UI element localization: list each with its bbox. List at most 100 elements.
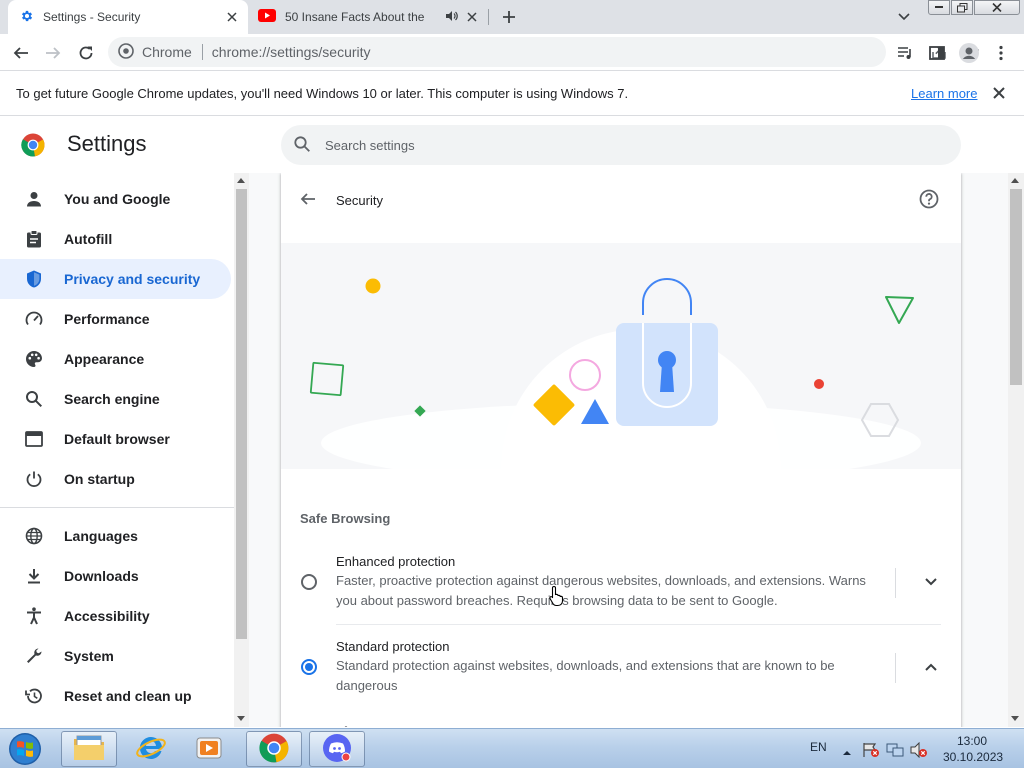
omnibox[interactable]: Chrome chrome://settings/security xyxy=(108,37,979,67)
scroll-down-arrow-icon[interactable] xyxy=(1011,716,1019,721)
settings-sidebar: You and Google Autofill Privacy and secu… xyxy=(0,173,234,727)
sidebar-item-autofill[interactable]: Autofill xyxy=(0,219,231,259)
tray-action-center-icon[interactable] xyxy=(862,742,880,761)
tray-show-hidden-icon[interactable] xyxy=(842,744,852,759)
chrome-icon xyxy=(259,733,289,766)
scroll-down-arrow-icon[interactable] xyxy=(237,716,245,721)
sidebar-item-label: You and Google xyxy=(64,191,171,207)
option-title: Standard protection xyxy=(336,639,450,654)
sidebar-item-on-startup[interactable]: On startup xyxy=(0,459,231,499)
shield-icon xyxy=(24,269,44,289)
tab-title: 50 Insane Facts About the Cl xyxy=(285,10,425,24)
main-scrollbar[interactable] xyxy=(1008,173,1024,727)
site-chip[interactable]: Chrome xyxy=(118,42,192,62)
tab-strip: Settings - Security 50 Insane Facts Abou… xyxy=(0,0,1024,34)
person-icon xyxy=(24,189,44,209)
tab-search-chevron-icon[interactable] xyxy=(894,8,914,26)
sidebar-item-label: Reset and clean up xyxy=(64,688,192,704)
hand-cursor-icon xyxy=(548,585,566,610)
sidebar-scroll-thumb[interactable] xyxy=(236,189,247,639)
section-title: Safe Browsing xyxy=(300,511,391,526)
tray-clock-date[interactable]: 30.10.2023 xyxy=(943,750,1003,764)
taskbar-chrome-button[interactable] xyxy=(246,731,302,767)
expand-chevron-down-icon[interactable] xyxy=(921,572,941,592)
security-card: Security Safe Browsing Enhanced protecti… xyxy=(281,173,961,727)
palette-icon xyxy=(24,349,44,369)
tab-close-icon[interactable] xyxy=(224,9,240,25)
window-restore-button[interactable] xyxy=(951,0,973,15)
scroll-up-arrow-icon[interactable] xyxy=(237,178,245,183)
tray-language[interactable]: EN xyxy=(810,740,827,754)
security-illustration xyxy=(281,243,961,469)
scroll-up-arrow-icon[interactable] xyxy=(1011,178,1019,183)
sidebar-item-label: Search engine xyxy=(64,391,160,407)
sidebar-scrollbar[interactable] xyxy=(234,173,249,727)
enhanced-protection-radio[interactable] xyxy=(301,574,317,590)
sidebar-item-label: Appearance xyxy=(64,351,145,367)
taskbar-media-player-button[interactable] xyxy=(181,731,237,767)
tab-divider xyxy=(488,9,489,25)
sidebar-item-label: Languages xyxy=(64,528,138,544)
speaker-icon[interactable] xyxy=(444,9,458,26)
sidebar-item-languages[interactable]: Languages xyxy=(0,516,231,556)
standard-protection-option[interactable]: Standard protection Standard protection … xyxy=(281,633,961,703)
forward-arrow-icon[interactable] xyxy=(42,42,64,64)
taskbar-internet-explorer-button[interactable] xyxy=(123,731,179,767)
sidebar-item-accessibility[interactable]: Accessibility xyxy=(0,596,231,636)
browser-toolbar: Chrome chrome://settings/security xyxy=(0,34,1024,71)
media-queue-icon[interactable] xyxy=(894,42,916,64)
main-scroll-thumb[interactable] xyxy=(1010,189,1022,385)
search-icon xyxy=(281,135,311,156)
windows-start-button[interactable] xyxy=(4,731,46,767)
infobar-close-icon[interactable] xyxy=(992,86,1008,102)
enhanced-protection-option[interactable]: Enhanced protection Faster, proactive pr… xyxy=(281,548,961,624)
tab-settings-security[interactable]: Settings - Security xyxy=(8,0,248,34)
search-settings-box[interactable] xyxy=(281,125,961,165)
profile-avatar-icon[interactable] xyxy=(958,42,980,64)
help-icon[interactable] xyxy=(919,189,939,212)
side-panel-icon[interactable] xyxy=(926,42,948,64)
sidebar-item-default-browser[interactable]: Default browser xyxy=(0,419,231,459)
page-title: Security xyxy=(336,193,383,208)
url-text[interactable]: chrome://settings/security xyxy=(212,44,371,60)
option-divider xyxy=(895,653,896,683)
back-arrow-icon[interactable] xyxy=(299,190,319,210)
back-arrow-icon[interactable] xyxy=(10,42,32,64)
sidebar-item-search-engine[interactable]: Search engine xyxy=(0,379,231,419)
standard-protection-radio[interactable] xyxy=(301,659,317,675)
tab-close-icon[interactable] xyxy=(464,9,480,25)
sidebar-item-system[interactable]: System xyxy=(0,636,231,676)
sidebar-item-downloads[interactable]: Downloads xyxy=(0,556,231,596)
learn-more-link[interactable]: Learn more xyxy=(911,86,977,101)
sidebar-item-label: Downloads xyxy=(64,568,139,584)
sidebar-item-reset-and-clean-up[interactable]: Reset and clean up xyxy=(0,676,231,716)
window-minimize-button[interactable] xyxy=(928,0,950,15)
kebab-menu-icon[interactable] xyxy=(990,42,1012,64)
taskbar-discord-button[interactable] xyxy=(309,731,365,767)
new-tab-button[interactable] xyxy=(498,6,520,28)
tray-volume-muted-icon[interactable] xyxy=(910,741,928,761)
option-description: Standard protection against websites, do… xyxy=(336,658,835,693)
sidebar-item-label: System xyxy=(64,648,114,664)
sidebar-item-privacy-and-security[interactable]: Privacy and security xyxy=(0,259,231,299)
sidebar-item-performance[interactable]: Performance xyxy=(0,299,231,339)
tab-youtube-video[interactable]: 50 Insane Facts About the Cl xyxy=(248,0,488,34)
options-divider xyxy=(336,624,941,625)
reload-icon[interactable] xyxy=(75,42,97,64)
accessibility-icon xyxy=(24,606,44,626)
collapse-chevron-up-icon[interactable] xyxy=(921,657,941,677)
taskbar-explorer-button[interactable] xyxy=(61,731,117,767)
sidebar-item-appearance[interactable]: Appearance xyxy=(0,339,231,379)
settings-header: Settings xyxy=(0,117,1024,173)
infobar-message: To get future Google Chrome updates, you… xyxy=(16,86,629,101)
search-settings-input[interactable] xyxy=(325,137,925,153)
window-close-button[interactable] xyxy=(974,0,1020,15)
option-divider xyxy=(895,568,896,598)
chrome-logo-icon xyxy=(21,133,45,160)
tray-network-icon[interactable] xyxy=(886,742,904,761)
internet-explorer-icon xyxy=(135,733,167,766)
gear-icon xyxy=(20,9,34,26)
sidebar-item-you-and-google[interactable]: You and Google xyxy=(0,179,231,219)
sidebar-item-label: Autofill xyxy=(64,231,113,247)
tray-clock-time[interactable]: 13:00 xyxy=(957,734,987,748)
